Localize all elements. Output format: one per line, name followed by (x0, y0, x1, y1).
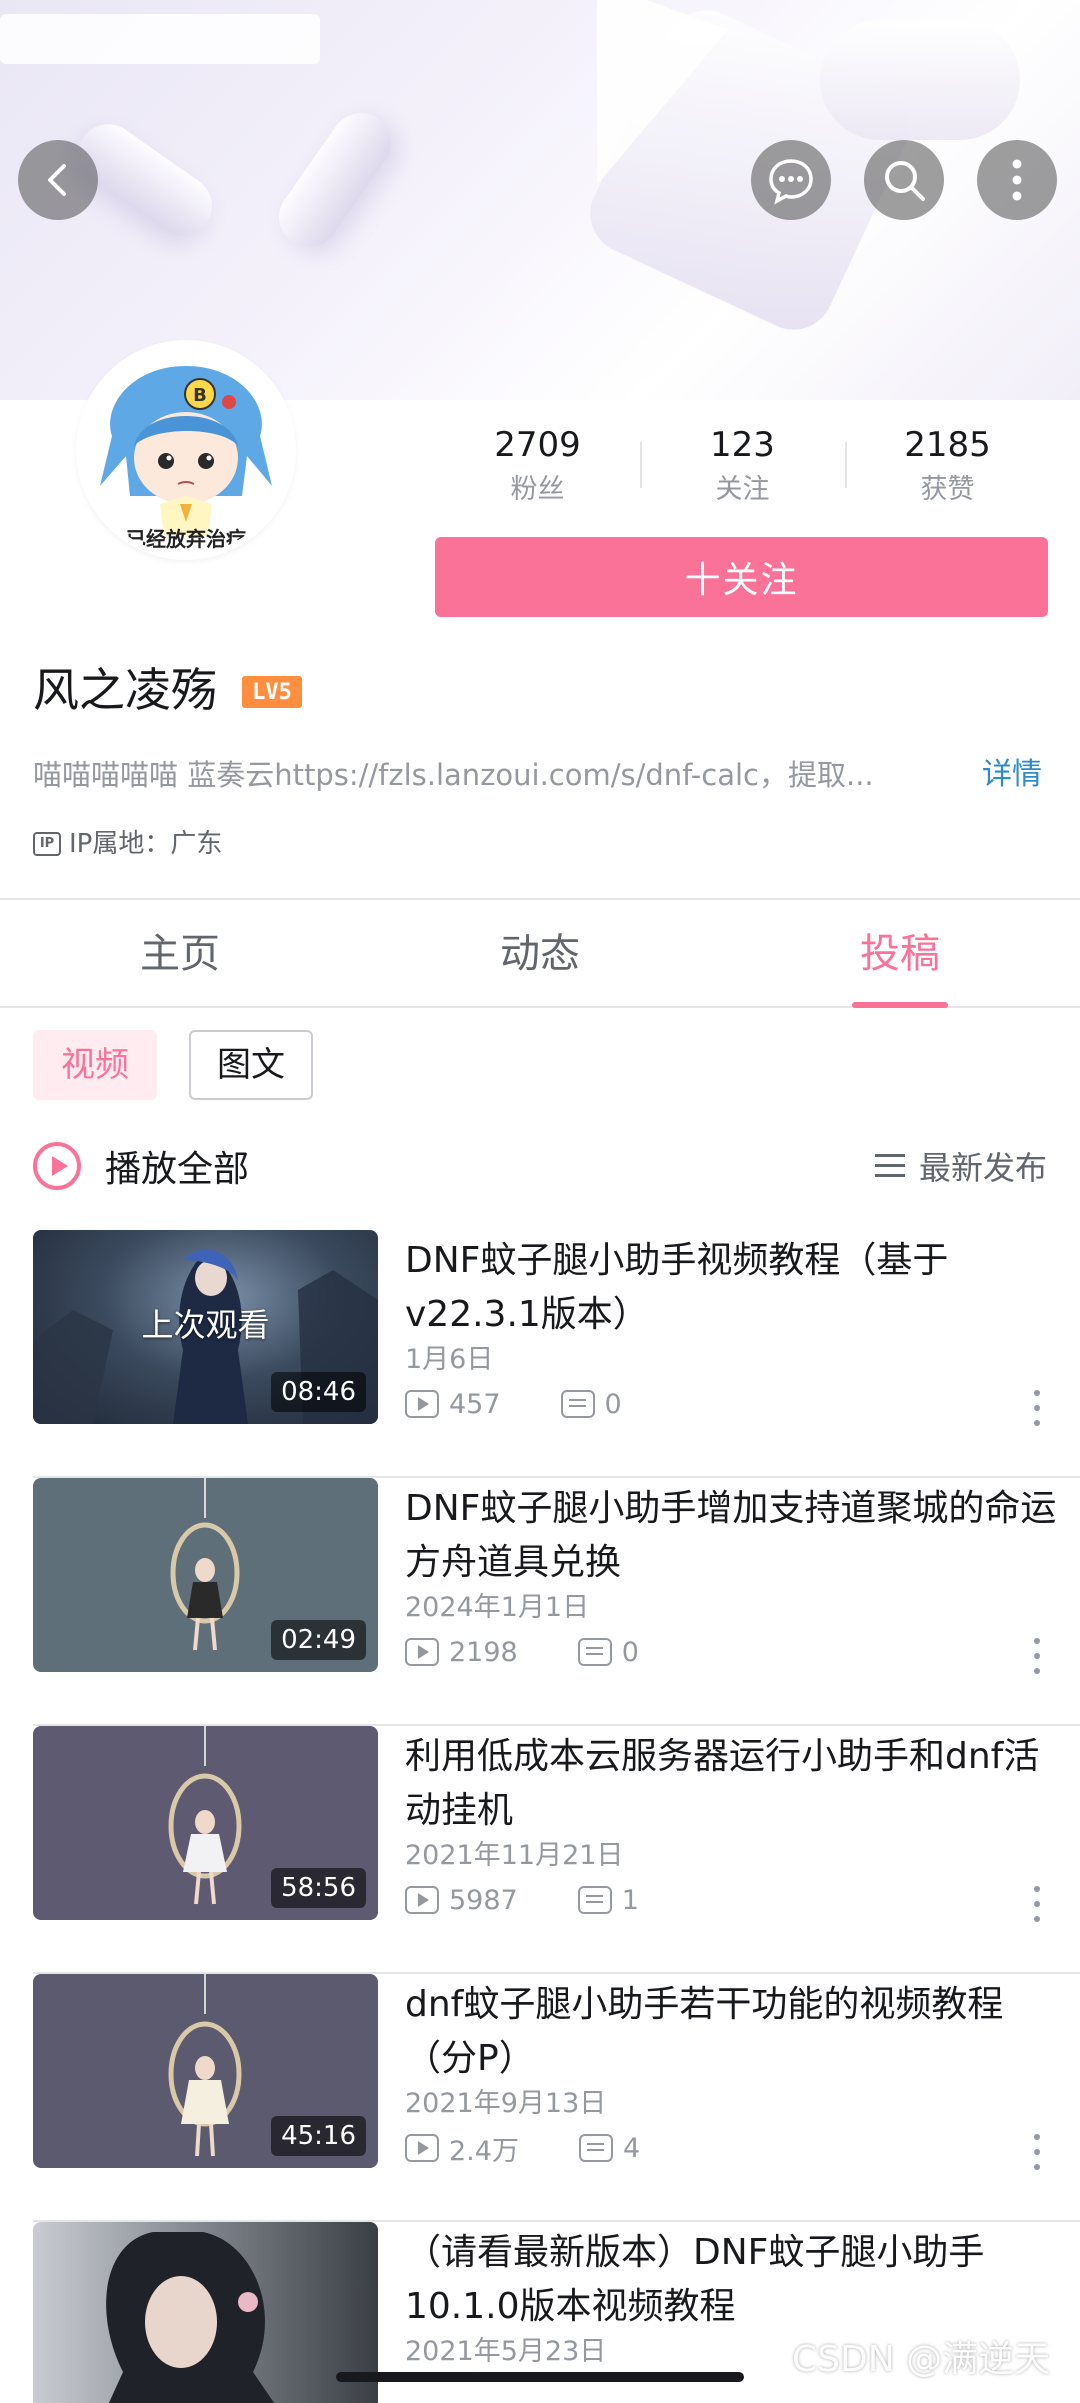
svg-text:已经放弃治疗: 已经放弃治疗 (126, 527, 246, 551)
back-arrow-icon (48, 164, 66, 196)
video-thumbnail[interactable]: 上次观看 08:46 (33, 1230, 378, 1424)
video-meta: 2198 0 (405, 1634, 639, 1670)
tab-uploads[interactable]: 投稿 (720, 900, 1080, 1008)
stat-label: 关注 (715, 474, 770, 505)
play-count: 5987 (449, 1884, 518, 1916)
sort-button[interactable]: 最新发布 (874, 1136, 1047, 1196)
play-all-label: 播放全部 (105, 1149, 250, 1190)
play-count: 2198 (449, 1636, 518, 1668)
stat-value: 2709 (494, 425, 581, 465)
more-vertical-icon (1012, 159, 1022, 201)
video-date: 2021年5月23日 (405, 2336, 607, 2367)
video-thumbnail[interactable] (33, 2222, 378, 2403)
video-date: 2024年1月1日 (405, 1592, 590, 1623)
stat-value: 123 (710, 425, 775, 465)
comment-count: 0 (621, 1636, 639, 1668)
comment-count: 0 (604, 1388, 622, 1420)
video-item[interactable]: 02:49 DNF蚊子腿小助手增加支持道聚城的命运方舟道具兑换 2024年1月1… (33, 1478, 1080, 1726)
stat-label: 获赞 (920, 474, 975, 505)
comment-count: 4 (622, 2132, 641, 2164)
ip-icon: IP (33, 832, 61, 856)
comment-count-icon (577, 1886, 612, 1914)
sort-label: 最新发布 (918, 1149, 1047, 1187)
video-meta: 5987 1 (405, 1882, 639, 1918)
video-date: 1月6日 (405, 1344, 494, 1375)
video-item[interactable]: 58:56 利用低成本云服务器运行小助手和dnf活动挂机 2021年11月21日… (33, 1726, 1080, 1974)
more-vertical-icon[interactable] (1034, 2134, 1040, 2170)
video-duration: 58:56 (271, 1868, 366, 1908)
comment-count-icon (560, 1390, 595, 1418)
video-duration: 02:49 (271, 1620, 366, 1660)
play-count-icon (405, 1886, 439, 1914)
more-vertical-icon[interactable] (1034, 1638, 1040, 1674)
stats-row: 2709 粉丝 123 关注 2185 获赞 (435, 420, 1050, 520)
level-badge: LV5 (242, 676, 302, 708)
video-thumbnail[interactable]: 02:49 (33, 1478, 378, 1672)
avatar[interactable]: B 已经放弃治疗 (76, 340, 296, 560)
search-icon (885, 161, 925, 201)
play-count-icon (405, 2134, 439, 2162)
play-count: 2.4万 (449, 2135, 519, 2167)
bio-text: 喵喵喵喵喵 蓝奏云https://fzls.lanzoui.com/s/dnf-… (33, 758, 874, 792)
search-button[interactable] (864, 140, 944, 220)
video-date: 2021年9月13日 (405, 2088, 607, 2119)
filter-article-chip[interactable]: 图文 (189, 1030, 313, 1100)
video-title[interactable]: dnf蚊子腿小助手若干功能的视频教程（分P） (405, 1978, 1065, 2086)
tab-home[interactable]: 主页 (0, 900, 360, 1006)
more-vertical-icon[interactable] (1034, 1886, 1040, 1922)
video-title[interactable]: DNF蚊子腿小助手视频教程（基于v22.3.1版本） (405, 1234, 1065, 1342)
play-count-icon (405, 1390, 439, 1418)
video-meta: 2.4万 4 (405, 2130, 641, 2167)
video-item[interactable]: 上次观看 08:46 DNF蚊子腿小助手视频教程（基于v22.3.1版本） 1月… (33, 1230, 1080, 1478)
video-title[interactable]: 利用低成本云服务器运行小助手和dnf活动挂机 (405, 1730, 1065, 1838)
stat-following[interactable]: 123 关注 (640, 420, 845, 520)
username: 风之凌殇 (33, 663, 217, 717)
video-item[interactable]: 45:16 dnf蚊子腿小助手若干功能的视频教程（分P） 2021年9月13日 … (33, 1974, 1080, 2222)
play-count-icon (405, 1638, 439, 1666)
list-sort-icon (874, 1154, 905, 1178)
avatar-illustration: B 已经放弃治疗 (82, 346, 290, 554)
follow-button[interactable]: 十关注 (435, 537, 1048, 617)
message-button[interactable] (751, 140, 831, 220)
stat-label: 粉丝 (510, 474, 565, 505)
play-count: 457 (449, 1388, 501, 1420)
back-button[interactable] (18, 140, 98, 220)
video-duration: 08:46 (271, 1372, 366, 1412)
svg-text:B: B (193, 385, 207, 406)
filter-video-chip[interactable]: 视频 (33, 1030, 157, 1100)
play-all-button[interactable]: 播放全部 (33, 1136, 249, 1196)
stat-likes[interactable]: 2185 获赞 (845, 420, 1050, 520)
comment-count-icon (578, 2134, 613, 2162)
video-title[interactable]: DNF蚊子腿小助手增加支持道聚城的命运方舟道具兑换 (405, 1482, 1065, 1590)
chat-bubble-icon (769, 159, 813, 205)
play-circle-icon (33, 1142, 81, 1190)
video-title[interactable]: （请看最新版本）DNF蚊子腿小助手10.1.0版本视频教程 (405, 2226, 1065, 2334)
video-meta: 457 0 (405, 1386, 622, 1422)
video-thumbnail[interactable]: 58:56 (33, 1726, 378, 1920)
profile-tabs: 主页 动态 投稿 (0, 900, 1080, 1008)
comment-count: 1 (621, 1884, 639, 1916)
bio-detail-link[interactable]: 详情 (982, 752, 1042, 798)
comment-count-icon (577, 1638, 612, 1666)
stat-value: 2185 (904, 425, 991, 465)
home-indicator[interactable] (336, 2372, 744, 2382)
video-date: 2021年11月21日 (405, 1840, 624, 1871)
last-watched-label: 上次观看 (141, 1306, 270, 1344)
tab-dynamic[interactable]: 动态 (360, 900, 720, 1006)
video-thumbnail[interactable]: 45:16 (33, 1974, 378, 2168)
watermark: CSDN @满逆天 (792, 2339, 1051, 2380)
ip-location: IP IP属地：广东 (33, 824, 222, 864)
video-duration: 45:16 (271, 2116, 366, 2156)
ip-location-text: IP属地：广东 (69, 829, 223, 859)
stat-fans[interactable]: 2709 粉丝 (435, 420, 640, 520)
more-options-button[interactable] (977, 140, 1057, 220)
more-vertical-icon[interactable] (1034, 1390, 1040, 1426)
